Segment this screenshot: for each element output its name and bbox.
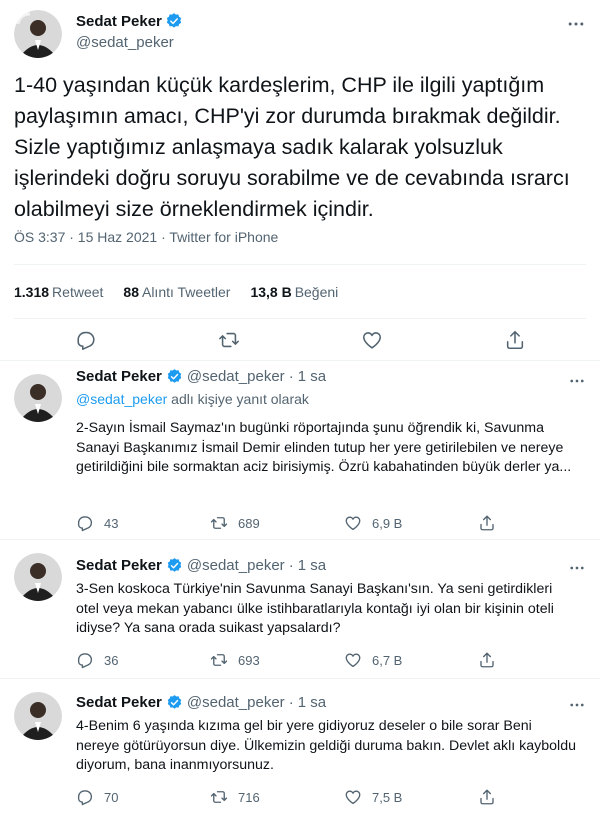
reply-icon[interactable] [76, 651, 94, 669]
like-stat[interactable]: 13,8 B Beğeni [250, 284, 338, 300]
separator: · [288, 694, 294, 711]
tweet-thread: Sedat Peker @sedat_peker 1-40 yaşından k… [0, 0, 600, 818]
reply-tweet[interactable]: Sedat Peker @sedat_peker · 1 sa @sedat_p… [0, 362, 600, 540]
share-icon[interactable] [478, 651, 496, 669]
verified-badge-icon [166, 694, 183, 711]
author-handle[interactable]: @sedat_peker [187, 557, 285, 574]
reply-text: 4-Benim 6 yaşında kızıma gel bir yere gi… [76, 718, 576, 773]
replying-to: @sedat_peker adlı kişiye yanıt olarak [76, 391, 309, 407]
share-action[interactable] [478, 788, 496, 806]
more-options-icon[interactable] [568, 696, 586, 714]
retweet-action[interactable]: 689 [210, 514, 344, 532]
retweet-icon[interactable] [218, 329, 240, 351]
reply-header: Sedat Peker @sedat_peker · 1 sa [76, 557, 326, 574]
retweet-count: 1.318 [14, 283, 50, 300]
reply-tweet[interactable]: Sedat Peker @sedat_peker · 1 sa 4-Benim … [0, 680, 600, 818]
share-action[interactable] [478, 651, 496, 669]
tweet-stats: 1.318 Retweet 88 Alıntı Tweetler 13,8 B Beğ… [14, 264, 586, 319]
quote-stat[interactable]: 88 Alıntı Tweetler [123, 284, 230, 300]
retweet-action[interactable]: 716 [210, 788, 344, 806]
more-options-icon[interactable] [568, 559, 586, 577]
reply-tweet[interactable]: Sedat Peker @sedat_peker · 1 sa 3-Sen ko… [0, 541, 600, 679]
replying-to-label: adlı kişiye yanıt olarak [167, 391, 309, 407]
share-icon[interactable] [504, 329, 526, 351]
reply-icon[interactable] [76, 514, 94, 532]
reply-action[interactable]: 43 [76, 514, 210, 532]
reply-count: 43 [104, 515, 119, 531]
author-handle[interactable]: @sedat_peker [187, 694, 285, 711]
like-icon[interactable] [361, 329, 383, 351]
tweet-meta[interactable]: ÖS 3:37 · 15 Haz 2021 · Twitter for iPho… [14, 229, 278, 245]
author-name[interactable]: Sedat Peker [76, 368, 162, 385]
reply-header: Sedat Peker @sedat_peker · 1 sa [76, 694, 326, 711]
retweet-count: 693 [238, 652, 260, 668]
like-action[interactable]: 6,9 B [344, 514, 478, 532]
author-name[interactable]: Sedat Peker [76, 12, 183, 30]
author-name[interactable]: Sedat Peker [76, 694, 162, 711]
author-name[interactable]: Sedat Peker [76, 557, 162, 574]
retweet-action[interactable]: 693 [210, 651, 344, 669]
reply-header: Sedat Peker @sedat_peker · 1 sa [76, 368, 326, 385]
retweet-label: Retweet [52, 283, 104, 300]
retweet-count: 689 [238, 515, 260, 531]
reply-count: 36 [104, 652, 119, 668]
reply-icon[interactable] [75, 329, 97, 351]
like-icon[interactable] [344, 788, 362, 806]
reply-text: 2-Sayın İsmail Saymaz'ın bugünki röporta… [76, 420, 572, 475]
like-icon[interactable] [344, 651, 362, 669]
quote-label: Alıntı Tweetler [141, 283, 231, 300]
reply-text: 3-Sen koskoca Türkiye'nin Savunma Sanayi… [76, 581, 554, 636]
avatar[interactable] [14, 692, 62, 740]
author-name-text[interactable]: Sedat Peker [76, 13, 162, 30]
more-options-icon[interactable] [566, 14, 586, 34]
reply-actions: 36 693 6,7 B [76, 650, 506, 670]
retweet-icon[interactable] [210, 788, 228, 806]
main-tweet: Sedat Peker @sedat_peker 1-40 yaşından k… [0, 0, 600, 361]
verified-badge-icon [166, 557, 183, 574]
replying-to-handle[interactable]: @sedat_peker [76, 391, 167, 407]
like-label: Beğeni [294, 283, 339, 300]
quote-count: 88 [123, 283, 139, 300]
like-count: 6,9 B [372, 515, 403, 531]
verified-badge-icon [166, 368, 183, 385]
tweet-actions [14, 322, 586, 358]
timestamp[interactable]: 1 sa [298, 694, 326, 711]
tweet-text: 1-40 yaşından küçük kardeşlerim, CHP ile… [14, 73, 570, 221]
share-icon[interactable] [478, 788, 496, 806]
like-action[interactable]: 6,7 B [344, 651, 478, 669]
avatar[interactable] [14, 10, 62, 58]
retweet-icon[interactable] [210, 651, 228, 669]
separator: · [288, 557, 294, 574]
avatar[interactable] [14, 374, 62, 422]
timestamp[interactable]: 1 sa [298, 368, 326, 385]
reply-actions: 70 716 7,5 B [76, 787, 506, 807]
retweet-icon[interactable] [210, 514, 228, 532]
like-action[interactable]: 7,5 B [344, 788, 478, 806]
reply-action[interactable]: 70 [76, 788, 210, 806]
verified-badge-icon [165, 12, 183, 30]
avatar[interactable] [14, 553, 62, 601]
reply-count: 70 [104, 789, 119, 805]
more-options-icon[interactable] [568, 372, 586, 390]
like-count: 7,5 B [372, 789, 403, 805]
separator: · [288, 368, 294, 385]
share-icon[interactable] [478, 514, 496, 532]
retweet-count: 716 [238, 789, 260, 805]
retweet-stat[interactable]: 1.318 Retweet [14, 284, 103, 300]
author-handle[interactable]: @sedat_peker [76, 34, 174, 51]
like-count: 6,7 B [372, 652, 403, 668]
timestamp[interactable]: 1 sa [298, 557, 326, 574]
reply-icon[interactable] [76, 788, 94, 806]
reply-action[interactable]: 36 [76, 651, 210, 669]
reply-actions: 43 689 6,9 B [76, 513, 506, 533]
author-handle[interactable]: @sedat_peker [187, 368, 285, 385]
like-count: 13,8 B [250, 283, 292, 300]
like-icon[interactable] [344, 514, 362, 532]
share-action[interactable] [478, 514, 496, 532]
